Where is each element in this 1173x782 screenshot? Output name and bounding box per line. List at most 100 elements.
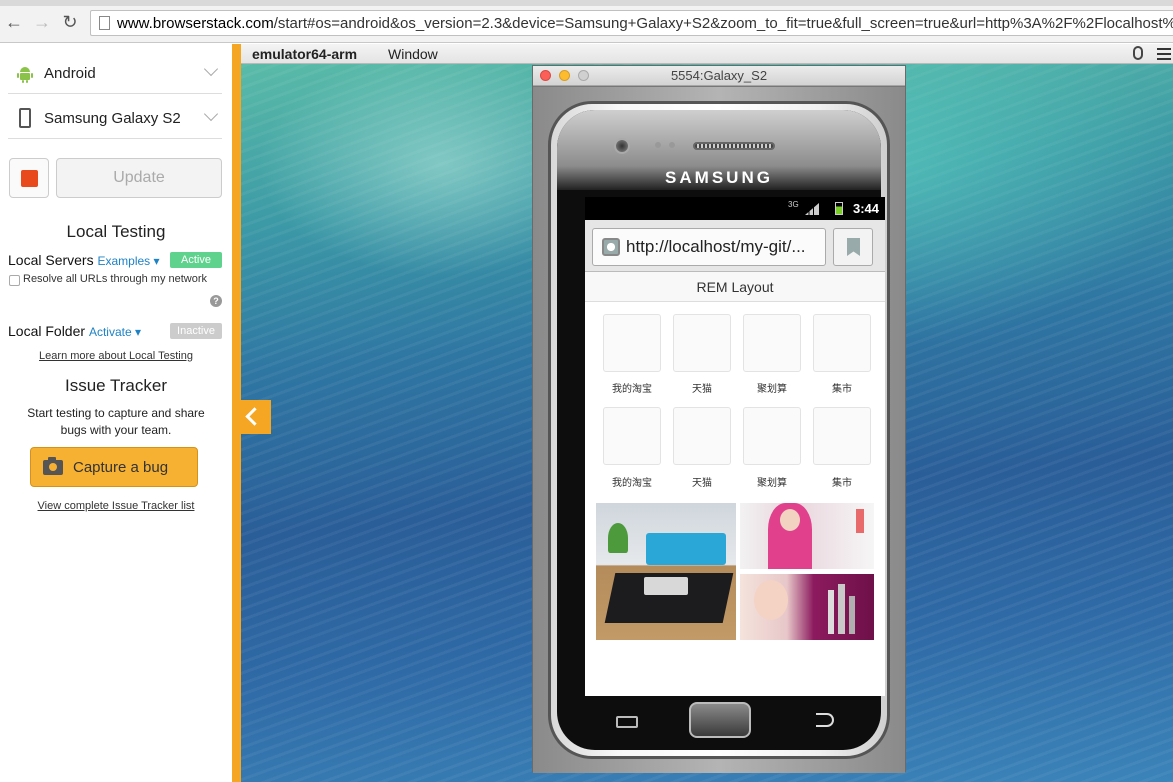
grid-tile-label: 我的淘宝 bbox=[612, 478, 652, 489]
description-line: bugs with your team. bbox=[60, 423, 172, 437]
capture-bug-label: Capture a bug bbox=[73, 459, 169, 476]
network-type: 3G bbox=[788, 200, 799, 209]
local-testing-title: Local Testing bbox=[66, 222, 166, 241]
page-title: REM Layout bbox=[585, 272, 885, 302]
android-url-text: http://localhost/my-git/... bbox=[626, 237, 806, 256]
description-line: Start testing to capture and share bbox=[27, 406, 205, 420]
emulator-titlebar: 5554:Galaxy_S2 bbox=[533, 66, 905, 86]
desk-photo[interactable] bbox=[596, 503, 736, 640]
globe-icon bbox=[602, 238, 620, 256]
examples-link[interactable]: Examples ▾ bbox=[97, 254, 159, 268]
sensor-dot bbox=[669, 142, 675, 148]
cosmetics-photo[interactable] bbox=[740, 574, 874, 640]
app-menu-name[interactable]: emulator64-arm bbox=[252, 46, 357, 62]
page-icon bbox=[99, 16, 110, 30]
bottle-shape bbox=[849, 596, 855, 634]
local-folder-label: Local Folder bbox=[8, 323, 86, 339]
grid-tile[interactable] bbox=[603, 314, 661, 372]
device-select[interactable]: Samsung Galaxy S2 bbox=[8, 99, 222, 139]
address-bar-text: www.browserstack.com/start#os=android&os… bbox=[117, 15, 1173, 32]
bottle-shape bbox=[838, 584, 845, 634]
resolve-urls-checkbox[interactable] bbox=[9, 275, 20, 286]
issue-tracker-title: Issue Tracker bbox=[64, 376, 168, 395]
grid-tile[interactable] bbox=[743, 314, 801, 372]
issue-tracker-description: Start testing to capture and share bugs … bbox=[0, 405, 232, 439]
view-issue-list-link[interactable]: View complete Issue Tracker list bbox=[0, 500, 232, 512]
emulator-title: 5554:Galaxy_S2 bbox=[670, 68, 768, 83]
browser-tab-strip bbox=[0, 0, 1173, 6]
android-icon bbox=[17, 67, 33, 83]
os-select[interactable]: Android bbox=[8, 54, 222, 94]
bottle-shape bbox=[828, 590, 834, 634]
forward-arrow-icon[interactable]: → bbox=[32, 12, 52, 32]
bookmark-button[interactable] bbox=[833, 228, 873, 266]
front-camera-icon bbox=[614, 138, 630, 154]
browser-toolbar: ← → ↻ www.browserstack.com/start#os=andr… bbox=[0, 0, 1173, 43]
back-arrow-icon[interactable]: ← bbox=[4, 12, 24, 32]
help-icon[interactable]: ? bbox=[210, 295, 222, 307]
phone-frame: SAMSUNG 3G 3:44 http://localhost/my-git/… bbox=[548, 101, 890, 759]
brand-logo: SAMSUNG bbox=[665, 168, 773, 187]
status-bar: 3G 3:44 bbox=[585, 197, 885, 220]
phone-softkeys bbox=[551, 702, 887, 750]
device-select-value: Samsung Galaxy S2 bbox=[44, 110, 181, 127]
face-shape bbox=[780, 509, 800, 531]
bookmark-icon bbox=[847, 238, 860, 256]
list-menu-icon[interactable] bbox=[1157, 48, 1171, 60]
camera-icon bbox=[43, 457, 63, 475]
tag-shape bbox=[856, 509, 864, 533]
chevron-down-icon bbox=[203, 61, 219, 77]
chevron-down-icon bbox=[203, 106, 219, 122]
android-browser-toolbar: http://localhost/my-git/... bbox=[585, 220, 885, 272]
local-folder-status-badge: Inactive bbox=[170, 323, 222, 339]
local-servers-label: Local Servers bbox=[8, 252, 94, 268]
status-time: 3:44 bbox=[852, 201, 879, 216]
emulator-body: SAMSUNG 3G 3:44 http://localhost/my-git/… bbox=[533, 87, 905, 773]
resolve-urls-label: Resolve all URLs through my network bbox=[23, 273, 208, 285]
battery-icon bbox=[835, 202, 843, 215]
phone-icon bbox=[19, 108, 31, 128]
address-bar[interactable]: www.browserstack.com/start#os=android&os… bbox=[90, 10, 1173, 36]
url-host: www.browserstack.com bbox=[117, 15, 274, 32]
grid-tile[interactable] bbox=[813, 314, 871, 372]
emulator-window: 5554:Galaxy_S2 SAMSUNG 3G 3:44 http://lo… bbox=[532, 65, 906, 773]
face-shape bbox=[754, 580, 788, 620]
grid-tile-label: 我的淘宝 bbox=[612, 384, 652, 395]
grid-tile-label: 聚划算 bbox=[757, 478, 787, 489]
grid-tile[interactable] bbox=[743, 407, 801, 465]
organizer-shape bbox=[646, 533, 726, 565]
activate-link[interactable]: Activate ▾ bbox=[89, 325, 141, 339]
collapse-sidebar-button[interactable] bbox=[237, 400, 271, 434]
android-url-field[interactable]: http://localhost/my-git/... bbox=[592, 228, 826, 266]
reload-icon[interactable]: ↻ bbox=[60, 12, 80, 32]
local-servers-row: Local Servers Examples ▾ bbox=[8, 252, 160, 268]
fashion-photo[interactable] bbox=[740, 503, 874, 569]
menu-key-icon[interactable] bbox=[616, 716, 638, 728]
sensor-dot bbox=[655, 142, 661, 148]
grid-tile[interactable] bbox=[673, 314, 731, 372]
plant-shape bbox=[608, 523, 628, 553]
grid-tile[interactable] bbox=[603, 407, 661, 465]
url-path: /start#os=android&os_version=2.3&device=… bbox=[273, 15, 1173, 32]
grid-tile-label: 集市 bbox=[832, 478, 852, 489]
grid-tile-label: 天猫 bbox=[692, 478, 712, 489]
grid-tile-label: 天猫 bbox=[692, 384, 712, 395]
learn-more-link[interactable]: Learn more about Local Testing bbox=[0, 350, 232, 362]
local-folder-row: Local Folder Activate ▾ bbox=[8, 323, 141, 339]
grid-tile-label: 聚划算 bbox=[757, 384, 787, 395]
grid-tile[interactable] bbox=[813, 407, 871, 465]
home-button[interactable] bbox=[689, 702, 751, 738]
update-button[interactable]: Update bbox=[56, 158, 222, 198]
microphone-icon[interactable] bbox=[1133, 46, 1143, 60]
window-menu[interactable]: Window bbox=[388, 46, 438, 62]
phone-screen[interactable]: 3G 3:44 http://localhost/my-git/... REM … bbox=[585, 197, 885, 696]
stop-session-button[interactable] bbox=[9, 158, 49, 198]
chevron-left-icon bbox=[245, 407, 264, 426]
local-servers-status-badge: Active bbox=[170, 252, 222, 268]
grid-tile[interactable] bbox=[673, 407, 731, 465]
stop-icon bbox=[21, 170, 38, 187]
back-key-icon[interactable] bbox=[816, 713, 834, 727]
signal-icon bbox=[805, 203, 819, 215]
capture-bug-button[interactable]: Capture a bug bbox=[30, 447, 198, 487]
grid-tile-label: 集市 bbox=[832, 384, 852, 395]
